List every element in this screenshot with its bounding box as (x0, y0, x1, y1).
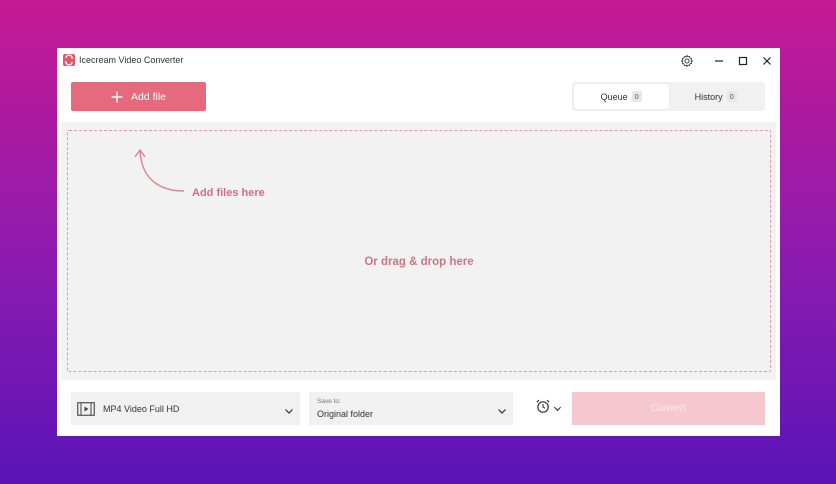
format-select[interactable]: MP4 Video Full HD (71, 392, 300, 425)
tab-history-label: History (694, 91, 723, 102)
chevron-down-icon (553, 404, 562, 413)
drag-drop-text: Or drag & drop here (364, 256, 474, 268)
schedule-button[interactable] (535, 398, 565, 418)
tab-queue-label: Queue (600, 91, 628, 102)
history-count-badge: 0 (726, 91, 737, 102)
app-window: Icecream Video Converter Add file Queue … (57, 48, 780, 436)
chevron-down-icon (497, 403, 507, 421)
add-file-button[interactable]: Add file (71, 82, 206, 111)
close-icon[interactable] (757, 51, 777, 71)
tab-history[interactable]: History 0 (669, 84, 764, 109)
format-value: MP4 Video Full HD (103, 403, 180, 414)
save-to-value: Original folder (317, 409, 374, 419)
app-logo-icon (63, 54, 75, 66)
bottom-bar: MP4 Video Full HD Save to: Original fold… (57, 384, 780, 436)
queue-count-badge: 0 (631, 91, 642, 102)
film-icon (77, 401, 95, 416)
chevron-down-icon (284, 403, 294, 421)
alarm-clock-icon (535, 398, 551, 419)
gear-icon[interactable] (677, 51, 697, 71)
add-file-label: Add file (130, 90, 167, 103)
convert-button[interactable]: Convert (572, 392, 765, 425)
dropzone-hint: Add files here (192, 187, 265, 199)
save-to-caption: Save to: (317, 398, 341, 405)
dropzone-area[interactable]: Add files here Or drag & drop here (61, 122, 776, 380)
title-bar: Icecream Video Converter (57, 48, 780, 74)
curved-arrow-icon (134, 147, 194, 202)
maximize-icon[interactable] (733, 51, 753, 71)
view-tabs: Queue 0 History 0 (572, 82, 765, 111)
save-to-select[interactable]: Save to: Original folder (309, 392, 513, 425)
plus-icon (111, 91, 123, 103)
app-title: Icecream Video Converter (79, 55, 184, 65)
minimize-icon[interactable] (709, 51, 729, 71)
tab-queue[interactable]: Queue 0 (574, 84, 669, 109)
dropzone[interactable]: Add files here Or drag & drop here (67, 130, 771, 372)
